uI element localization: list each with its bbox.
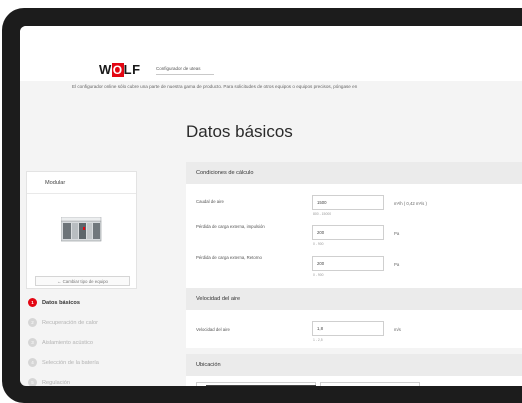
- step-number: 3: [28, 338, 37, 347]
- retorno-input[interactable]: 200: [312, 256, 384, 271]
- velocidad-unit: m/s: [394, 327, 401, 332]
- velocidad-range-hint: 1 - 2,5: [313, 338, 323, 342]
- step-label: Selección de la batería: [42, 360, 99, 366]
- step-label: Recuperación de calor: [42, 320, 98, 326]
- impulsion-input[interactable]: 200: [312, 225, 384, 240]
- step-datos-basicos[interactable]: 1 Datos básicos: [28, 298, 99, 318]
- tablet-device: WOLF Configurador de uteas El configurad…: [0, 0, 522, 403]
- retorno-range-hint: 0 - 900: [313, 273, 324, 277]
- impulsion-unit: Pa: [394, 231, 400, 236]
- field-label-impulsion: Pérdida de carga externa, impulsión: [196, 224, 265, 229]
- step-label: Aislamiento acústico: [42, 340, 93, 346]
- field-label-retorno: Pérdida de carga externa, Retorno: [196, 255, 262, 260]
- section-header-velocity: Velocidad del aire: [186, 288, 522, 310]
- step-number: 2: [28, 318, 37, 327]
- app-title-underline: [156, 74, 214, 75]
- field-label-velocidad: Velocidad del aire: [196, 327, 230, 332]
- page-title: Datos básicos: [186, 122, 293, 141]
- caudal-unit: m³/h ( 0,42 m³/s ): [394, 201, 427, 206]
- caudal-range-hint: 800 - 15000: [313, 212, 332, 216]
- step-number: 5: [28, 378, 37, 386]
- step-label: Datos básicos: [42, 300, 80, 306]
- step-recuperacion[interactable]: 2 Recuperación de calor: [28, 318, 99, 338]
- tablet-screen: WOLF Configurador de uteas El configurad…: [20, 26, 522, 386]
- step-aislamiento[interactable]: 3 Aislamiento acústico: [28, 338, 99, 358]
- logo-red-o: O: [111, 63, 124, 77]
- velocidad-input[interactable]: 1,8: [312, 321, 384, 336]
- location-select-selected-bar: [206, 385, 316, 386]
- retorno-unit: Pa: [394, 262, 400, 267]
- step-number: 4: [28, 358, 37, 367]
- logo-letter-w: W: [99, 62, 112, 77]
- location-select-secondary[interactable]: [320, 382, 420, 386]
- model-card: Modular ← Cambiar tipo de equipo: [26, 171, 137, 289]
- step-number: 1: [28, 298, 37, 307]
- section-header-location: Ubicación: [186, 354, 522, 376]
- notice-banner: El configurador online sólo cubre una pa…: [20, 81, 522, 93]
- model-label: Modular: [27, 172, 136, 194]
- step-regulacion[interactable]: 5 Regulación: [28, 378, 99, 386]
- steps-list: 1 Datos básicos 2 Recuperación de calor …: [28, 298, 99, 386]
- step-label: Regulación: [42, 380, 70, 386]
- impulsion-range-hint: 0 - 900: [313, 242, 324, 246]
- air-handling-unit-image: [61, 217, 102, 242]
- logo-letters-lf: LF: [123, 62, 141, 77]
- top-header: WOLF Configurador de uteas: [20, 26, 522, 88]
- section-header-calc: Condiciones de cálculo: [186, 162, 522, 184]
- app-title-tab[interactable]: Configurador de uteas: [156, 66, 201, 71]
- wolf-logo[interactable]: WOLF: [99, 62, 141, 77]
- field-label-caudal: Caudal de aire: [196, 199, 224, 204]
- step-bateria[interactable]: 4 Selección de la batería: [28, 358, 99, 378]
- caudal-input[interactable]: 1500: [312, 195, 384, 210]
- change-equipment-button[interactable]: ← Cambiar tipo de equipo: [35, 276, 130, 286]
